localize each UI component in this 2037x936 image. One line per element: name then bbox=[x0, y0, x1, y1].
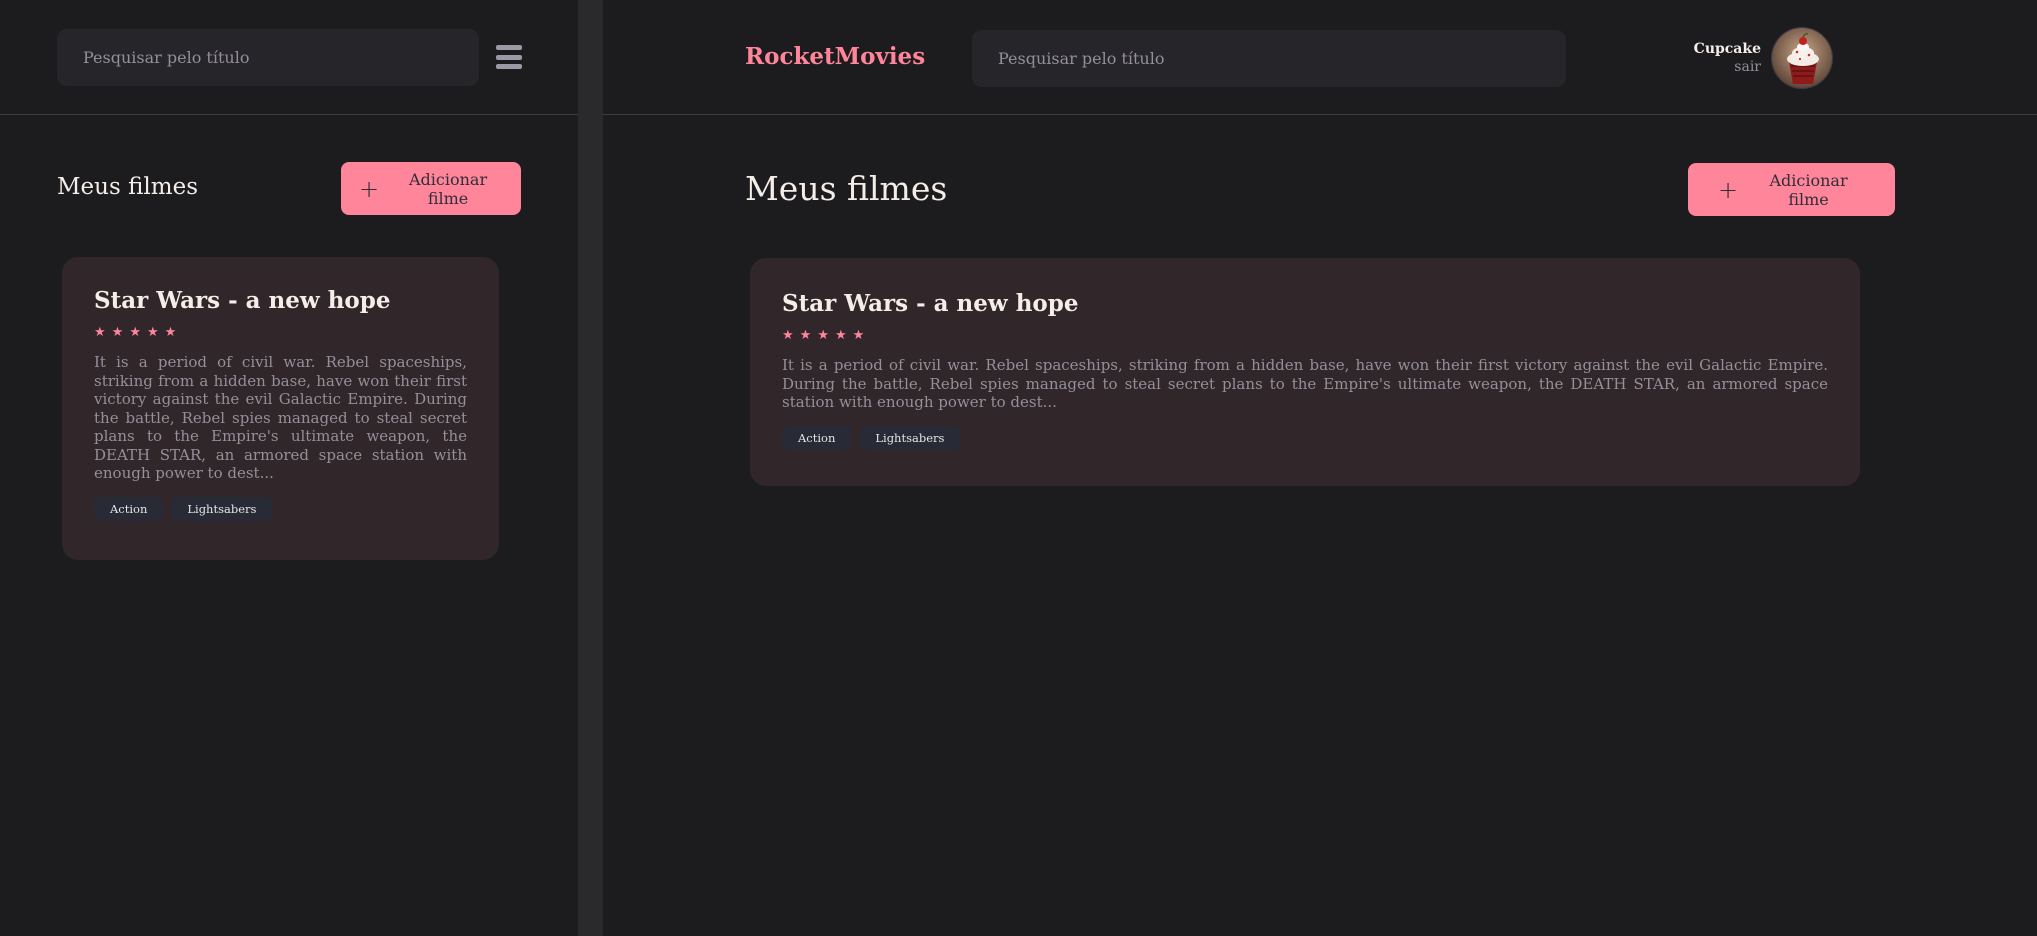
plus-icon: + bbox=[1718, 175, 1739, 204]
mobile-header bbox=[0, 0, 578, 115]
rating-stars: ★ ★ ★ ★ ★ bbox=[782, 329, 1828, 342]
user-profile: Cupcake sair bbox=[1693, 26, 1833, 90]
desktop-view: RocketMovies Cupcake sair bbox=[603, 0, 2037, 936]
star-filled-icon: ★ bbox=[817, 328, 829, 343]
movie-description: It is a period of civil war. Rebel space… bbox=[94, 353, 467, 482]
star-filled-icon: ★ bbox=[111, 325, 124, 340]
tag: Lightsabers bbox=[859, 425, 961, 450]
tag: Action bbox=[782, 425, 852, 450]
movie-card[interactable]: Star Wars - a new hope ★ ★ ★ ★ ★ It is a per… bbox=[750, 258, 1860, 486]
menu-bar bbox=[496, 64, 522, 69]
star-filled-icon: ★ bbox=[852, 328, 865, 343]
tag: Action bbox=[94, 496, 164, 521]
movie-title: Star Wars - a new hope bbox=[782, 290, 1079, 317]
menu-bar bbox=[496, 54, 522, 60]
logout-link[interactable]: sair bbox=[1694, 58, 1761, 76]
tag: Lightsabers bbox=[171, 496, 273, 521]
add-movie-label: Adicionar filme bbox=[408, 169, 488, 208]
star-filled-icon: ★ bbox=[782, 328, 794, 343]
mobile-search-input[interactable] bbox=[83, 48, 453, 67]
add-movie-button[interactable]: + Adicionar filme bbox=[341, 162, 521, 215]
rating-stars: ★ ★ ★ ★ ★ bbox=[94, 326, 467, 339]
panel-divider bbox=[578, 0, 603, 936]
mobile-search-box[interactable] bbox=[57, 29, 479, 86]
mobile-view: Meus filmes + Adicionar filme Star Wars … bbox=[0, 0, 578, 936]
plus-icon: + bbox=[359, 174, 380, 203]
movie-title: Star Wars - a new hope bbox=[94, 287, 391, 314]
avatar[interactable] bbox=[1771, 27, 1833, 89]
star-filled-icon: ★ bbox=[129, 325, 141, 340]
brand-logo[interactable]: RocketMovies bbox=[745, 43, 925, 70]
desktop-header: RocketMovies Cupcake sair bbox=[603, 0, 2037, 115]
tag-list: Action Lightsabers bbox=[94, 496, 467, 521]
star-filled-icon: ★ bbox=[799, 328, 812, 343]
hamburger-menu-icon[interactable] bbox=[496, 45, 522, 69]
movie-card[interactable]: Star Wars - a new hope ★ ★ ★ ★ ★ It is a per… bbox=[62, 257, 499, 560]
add-movie-label: Adicionar filme bbox=[1769, 170, 1848, 209]
app-root: Meus filmes + Adicionar filme Star Wars … bbox=[0, 0, 2037, 936]
page-title: Meus filmes bbox=[745, 169, 948, 208]
tag-list: Action Lightsabers bbox=[782, 425, 1828, 450]
profile-text: Cupcake sair bbox=[1694, 40, 1761, 76]
star-filled-icon: ★ bbox=[94, 325, 106, 340]
user-name: Cupcake bbox=[1693, 41, 1761, 57]
desktop-search-box[interactable] bbox=[972, 30, 1566, 87]
desktop-search-input[interactable] bbox=[998, 49, 1540, 68]
star-filled-icon: ★ bbox=[146, 325, 159, 340]
star-filled-icon: ★ bbox=[834, 328, 847, 343]
star-filled-icon: ★ bbox=[164, 325, 177, 340]
add-movie-button[interactable]: + Adicionar filme bbox=[1688, 163, 1895, 216]
page-title: Meus filmes bbox=[57, 174, 199, 200]
movie-description: It is a period of civil war. Rebel space… bbox=[782, 356, 1828, 411]
cupcake-avatar-icon bbox=[1772, 28, 1832, 88]
menu-bar bbox=[496, 45, 522, 50]
